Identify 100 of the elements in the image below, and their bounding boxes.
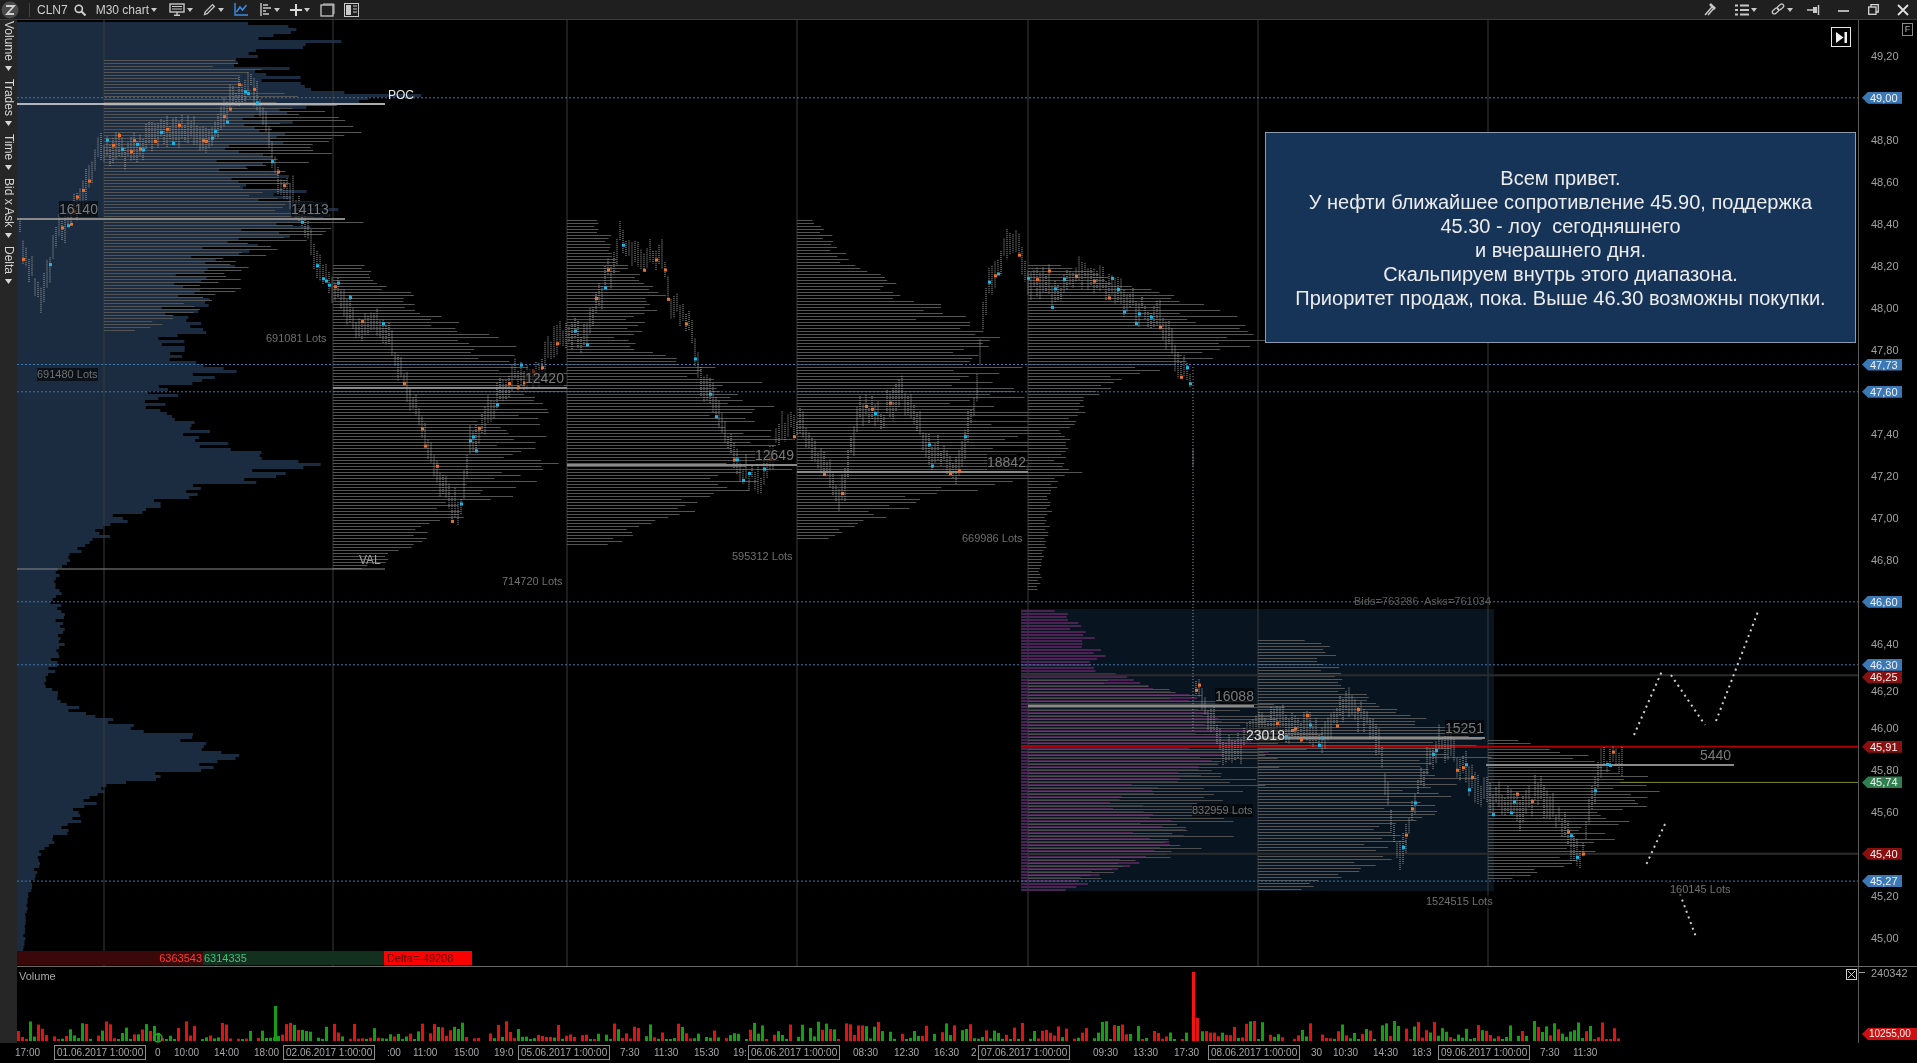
cluster-volume: 23018 — [1246, 727, 1285, 743]
price-marker: 45,91 — [1862, 740, 1902, 753]
time-tick: 14:00 — [214, 1046, 240, 1059]
pencil-icon[interactable] — [203, 3, 217, 16]
panel-icon[interactable] — [344, 2, 360, 17]
price-tick: 48,60 — [1871, 175, 1899, 188]
date-label: 08.06.2017 1:00:00 — [1208, 1045, 1301, 1060]
time-tick: 10:30 — [1333, 1046, 1359, 1059]
time-tick: 15:30 — [694, 1046, 720, 1059]
annotation-text: Всем привет. У нефти ближайшее сопротивление 45.90, поддержка 45.30 - лоу сегодняшнего и вчерашнего дня. Скальпируем внутрь этого диапазона. Приоритет продаж, пока. Выше 46.30 возможны покупки. — [1295, 165, 1826, 310]
caret-icon[interactable] — [5, 232, 12, 238]
plus-icon[interactable] — [290, 3, 303, 16]
timeframe-dropdown[interactable]: M30 chart — [95, 2, 158, 17]
price-tick: 46,80 — [1871, 553, 1899, 566]
price-tick: 48,80 — [1871, 133, 1899, 146]
date-label: 01.06.2017 1:00:00 — [54, 1045, 147, 1060]
caret-icon[interactable] — [5, 120, 12, 126]
price-marker: 49,00 — [1862, 91, 1902, 104]
price-tick: 45,00 — [1871, 931, 1899, 944]
fit-button[interactable]: F — [1902, 23, 1913, 36]
profile-volume: 691081 Lots — [266, 331, 327, 345]
profile-volume: 1524515 Lots — [1426, 894, 1493, 908]
caret-icon[interactable] — [151, 7, 158, 12]
time-tick: 11:00 — [413, 1046, 438, 1059]
volume-marker: 10255,00 — [1862, 1028, 1917, 1040]
time-tick: 17:30 — [1174, 1046, 1200, 1059]
level-label: POC — [388, 88, 414, 102]
symbol-button[interactable]: CLN7 — [37, 2, 68, 17]
time-tick: 19:0 — [494, 1046, 514, 1059]
price-tick: 47,20 — [1871, 469, 1899, 482]
price-marker: 45,40 — [1862, 847, 1902, 860]
link-icon[interactable] — [1771, 3, 1785, 16]
price-tick: 45,80 — [1871, 763, 1899, 776]
profile-volume: 160145 Lots — [1670, 882, 1731, 896]
search-icon[interactable] — [73, 3, 86, 16]
time-tick: :00 — [387, 1046, 401, 1059]
profile-volume: 832959 Lots — [1192, 803, 1253, 817]
side-tab[interactable]: Trades — [1, 79, 16, 126]
price-marker: 46,60 — [1862, 595, 1902, 608]
caret-icon[interactable] — [304, 7, 311, 12]
price-tick: 48,40 — [1871, 217, 1899, 230]
price-tick: 46,00 — [1871, 721, 1899, 734]
caret-icon[interactable] — [187, 7, 194, 12]
cluster-volume: 18842 — [987, 454, 1026, 470]
time-tick: 13:30 — [1133, 1046, 1159, 1059]
date-label: 09.06.2017 1:00:00 — [1438, 1045, 1531, 1060]
caret-icon[interactable] — [5, 66, 12, 72]
buy-volume-bar: 6314335 — [203, 951, 384, 965]
cluster-volume: 12420 — [525, 370, 564, 386]
caret-icon[interactable] — [1787, 7, 1793, 12]
side-tab[interactable]: Volume — [1, 21, 16, 72]
time-tick: 11:30 — [654, 1046, 679, 1059]
line-chart-icon[interactable] — [234, 3, 249, 16]
time-tick: 7:30 — [1540, 1046, 1560, 1059]
date-label: 07.06.2017 1:00:00 — [978, 1045, 1071, 1060]
price-marker: 47,73 — [1862, 358, 1902, 371]
time-tick: 09:30 — [1093, 1046, 1119, 1059]
caret-icon[interactable] — [218, 7, 225, 12]
volume-tick: 240342 — [1871, 967, 1908, 979]
monitor-icon[interactable] — [169, 3, 186, 16]
price-tick: 46,20 — [1871, 685, 1899, 697]
caret-icon[interactable] — [274, 7, 281, 12]
profile-volume: 691480 Lots — [37, 367, 98, 381]
time-tick: 18:3 — [1412, 1046, 1432, 1059]
time-tick: 11:30 — [1573, 1046, 1598, 1059]
level-label: VAL — [359, 553, 381, 567]
price-marker: 47,60 — [1862, 385, 1902, 398]
delta-bar: Delta=-49208 — [384, 951, 472, 965]
caret-icon[interactable] — [5, 278, 12, 284]
caret-icon[interactable] — [1751, 7, 1757, 12]
bar-chart-icon[interactable] — [260, 3, 273, 16]
time-tick: 17:00 — [15, 1046, 41, 1059]
profile-volume: 595312 Lots — [732, 549, 793, 563]
time-tick: 08:30 — [853, 1046, 879, 1059]
side-tab[interactable]: Time — [1, 133, 16, 171]
caret-icon[interactable] — [5, 165, 12, 171]
profile-volume: 714720 Lots — [502, 574, 563, 588]
price-tick: 49,20 — [1871, 49, 1899, 62]
restore-icon[interactable] — [1868, 4, 1879, 15]
ring-icon — [153, 1033, 163, 1043]
close-icon[interactable] — [1897, 3, 1909, 16]
side-tab[interactable]: Bid x Ask — [1, 178, 16, 238]
price-tick: 45,60 — [1871, 805, 1899, 818]
cluster-volume: 15251 — [1445, 720, 1484, 736]
close-icon[interactable] — [1846, 969, 1857, 980]
square-icon[interactable] — [320, 2, 336, 17]
price-tick: 47,00 — [1871, 511, 1899, 524]
pin-icon[interactable] — [1807, 4, 1820, 15]
list-icon[interactable] — [1735, 3, 1749, 16]
price-marker: 46,30 — [1862, 658, 1902, 671]
tools-icon[interactable] — [1703, 3, 1717, 16]
bid-ask-totals: Bids=763286 Asks=761034 — [1354, 594, 1491, 608]
logo-icon[interactable] — [1, 0, 19, 19]
time-tick: 2 — [971, 1046, 977, 1059]
price-marker: 45,74 — [1862, 776, 1902, 789]
side-tab[interactable]: Delta — [1, 245, 16, 284]
time-tick: 14:30 — [1373, 1046, 1399, 1059]
pane-title: Volume — [19, 970, 56, 983]
time-tick: 16:30 — [934, 1046, 960, 1059]
price-tick: 48,00 — [1871, 301, 1899, 314]
